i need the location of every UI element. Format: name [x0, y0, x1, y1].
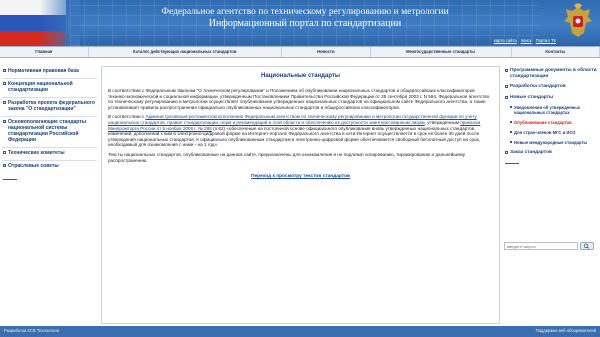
- bullet-icon: [3, 164, 6, 167]
- bullet-icon: [3, 101, 6, 104]
- left-sidebar: Нормативная правовая база Концепция наци…: [2, 66, 97, 180]
- bullet-icon: [3, 151, 6, 154]
- paragraph-law: В соответствии с Федеральным Законом "О …: [108, 88, 490, 110]
- search-input[interactable]: [505, 243, 577, 249]
- search-link[interactable]: поиск: [521, 38, 532, 43]
- nav-interstate-standards[interactable]: Межгосударственные стандарты: [371, 47, 512, 57]
- bullet-icon: [510, 106, 512, 109]
- search-box: [504, 242, 578, 250]
- site-title: Федеральное агентство по техническому ре…: [140, 6, 470, 30]
- coat-of-arms-icon: [564, 3, 592, 37]
- paragraph-copyright: Тексты национальных стандартов, опублико…: [108, 151, 466, 163]
- site-title-line2: Информационный портал по стандартизации: [208, 18, 402, 29]
- right-item-order[interactable]: Заказ стандартов: [504, 148, 597, 159]
- footer-developer[interactable]: Разработка КСВ Технологии: [4, 328, 59, 333]
- bullet-icon: [510, 121, 512, 124]
- top-navigation: Главная Каталог действующих национальных…: [0, 46, 600, 58]
- header-links: карта сайта поиск Портал ТК: [494, 38, 556, 43]
- tc-portal-link[interactable]: Портал ТК: [536, 38, 556, 43]
- divider: [505, 162, 519, 164]
- bullet-icon: [505, 151, 508, 155]
- right-sidebar: Программные документы в области стандарт…: [504, 66, 597, 164]
- search-button-icon[interactable]: [580, 242, 594, 250]
- divider: [3, 179, 17, 180]
- right-sub-intl-standards[interactable]: Новые международные стандарты: [504, 138, 597, 148]
- bullet-icon: [505, 69, 508, 72]
- left-item-industry-councils[interactable]: Отраслевые советы: [2, 161, 97, 173]
- left-item-legal-base[interactable]: Нормативная правовая база: [2, 66, 97, 79]
- bullet-icon: [505, 95, 508, 99]
- footer-browser-support[interactable]: Поддержка веб-обозревателей: [536, 328, 596, 333]
- site-header: Федеральное агентство по техническому ре…: [0, 0, 600, 46]
- left-item-tech-committees[interactable]: Технические комитеты: [2, 148, 97, 161]
- nav-standards-catalog[interactable]: Каталог действующих национальных стандар…: [89, 47, 282, 57]
- right-item-development[interactable]: Разработка стандартов: [504, 82, 597, 93]
- right-sub-notifications[interactable]: Уведомления об утвержденных национальных…: [504, 103, 597, 118]
- nav-news[interactable]: Новости: [282, 47, 371, 57]
- paragraph-regulation: В соответствии с Административным реглам…: [108, 114, 481, 148]
- nav-contacts[interactable]: Контакты: [512, 47, 600, 57]
- left-item-concept[interactable]: Концепция национальной стандартизации: [2, 79, 97, 98]
- bullet-icon: [510, 131, 512, 134]
- bullet-icon: [510, 141, 512, 144]
- bullet-icon: [3, 82, 6, 85]
- right-sub-publication[interactable]: Опубликование стандартов: [504, 118, 597, 128]
- page-title: Национальные стандарты: [261, 73, 340, 79]
- left-item-basic-standards[interactable]: Основополагающие стандарты национальной …: [2, 117, 97, 148]
- view-standards-link[interactable]: Переход к просмотру текстов стандартов: [102, 174, 499, 179]
- site-footer: Разработка КСВ Технологии Поддержка веб-…: [0, 326, 600, 337]
- left-item-law-draft[interactable]: Разработка проекта федерального закона "…: [2, 98, 97, 117]
- bullet-icon: [505, 85, 508, 89]
- bullet-icon: [3, 69, 6, 72]
- main-content: Национальные стандарты В соответствии с …: [101, 66, 500, 324]
- right-item-program-docs[interactable]: Программные документы в области стандарт…: [504, 66, 597, 82]
- site-title-line1: Федеральное агентство по техническому ре…: [161, 7, 449, 17]
- bullet-icon: [3, 120, 6, 123]
- sitemap-link[interactable]: карта сайта: [494, 38, 517, 43]
- right-sub-mgs-iso[interactable]: Для стран-членов МГС и ИСО: [504, 128, 597, 138]
- right-item-new-standards[interactable]: Новые стандарты: [504, 93, 597, 104]
- regulation-link[interactable]: Административным регламентом исполнения …: [108, 114, 477, 125]
- nav-home[interactable]: Главная: [0, 47, 89, 57]
